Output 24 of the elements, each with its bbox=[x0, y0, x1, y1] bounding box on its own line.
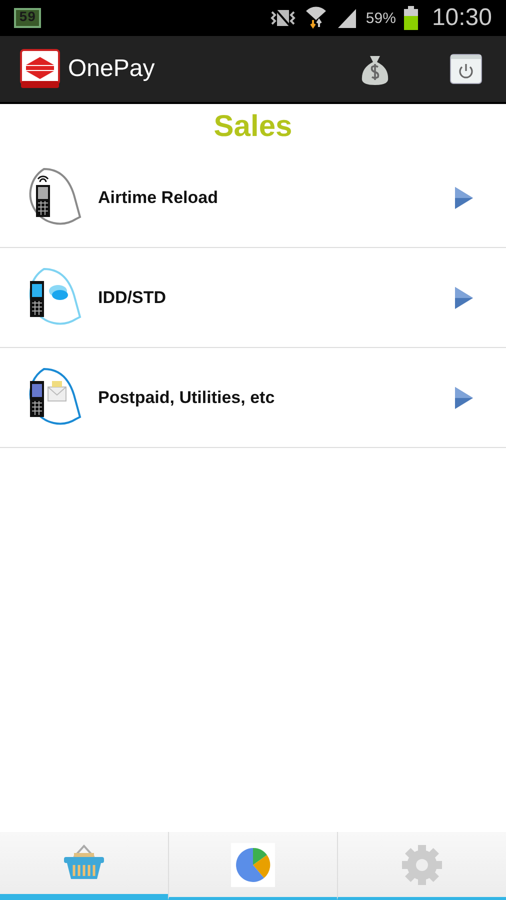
bottom-tab[interactable] bbox=[337, 832, 506, 900]
page-title: Sales bbox=[214, 109, 292, 145]
app-title: OnePay bbox=[68, 55, 155, 83]
bottom-tab[interactable] bbox=[168, 832, 337, 900]
power-button-icon[interactable] bbox=[450, 54, 482, 84]
vibrate-icon bbox=[270, 8, 296, 28]
chevron-right-icon bbox=[454, 286, 474, 310]
app-logo-icon bbox=[20, 49, 60, 89]
chevron-right-icon bbox=[454, 186, 474, 210]
wifi-icon bbox=[304, 6, 328, 30]
menu-item-label: Postpaid, Utilities, etc bbox=[98, 388, 275, 408]
battery-icon bbox=[404, 6, 418, 30]
menu-item-label: IDD/STD bbox=[98, 288, 166, 308]
menu-item[interactable]: Airtime Reload bbox=[0, 148, 506, 248]
battery-percent: 59% bbox=[366, 10, 396, 26]
menu-item-label: Airtime Reload bbox=[98, 188, 218, 208]
signal-icon bbox=[336, 7, 358, 29]
settings-icon bbox=[400, 842, 444, 886]
pie-chart-icon bbox=[231, 842, 275, 886]
menu-item[interactable]: IDD/STD bbox=[0, 248, 506, 348]
battery-app-icon: 59 bbox=[14, 8, 41, 28]
chevron-right-icon bbox=[454, 386, 474, 410]
clock: 10:30 bbox=[432, 4, 492, 32]
menu-item[interactable]: Postpaid, Utilities, etc bbox=[0, 348, 506, 448]
